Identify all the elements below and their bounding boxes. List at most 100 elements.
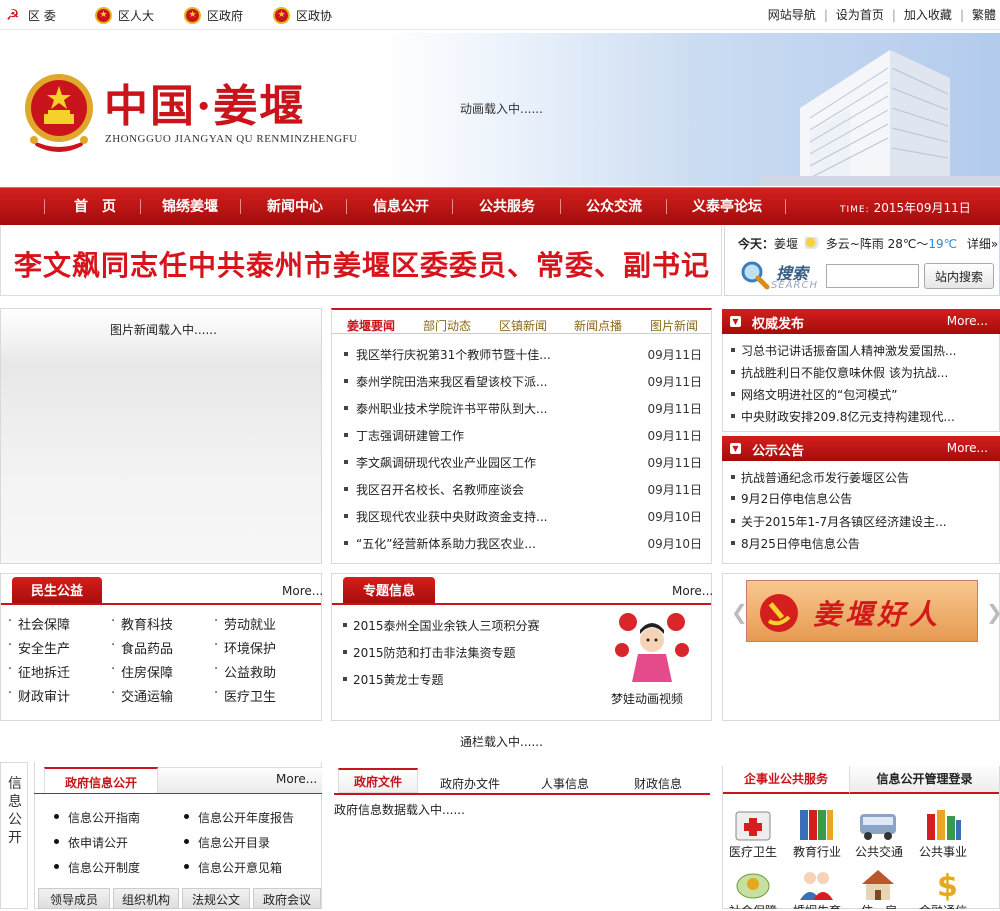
nav-home[interactable]: 首 页 <box>50 188 140 226</box>
nav-public-service[interactable]: 公共服务 <box>457 188 557 226</box>
livelihood-item[interactable]: 劳动就业 <box>214 614 276 633</box>
house-icon[interactable] <box>858 866 898 902</box>
list-item[interactable]: 习总书记讲话振奋国人精神激发爱国热... <box>730 342 956 359</box>
top-link-peoples-congress[interactable]: ★ 区人大 <box>95 5 154 25</box>
headline-link[interactable]: 李文飙同志任中共泰州市姜堰区委委员、常委、副书记 <box>14 244 710 284</box>
list-item[interactable]: 关于2015年1-7月各镇区经济建设主... <box>730 513 947 530</box>
info-item[interactable]: 信息公开制度 <box>52 859 140 876</box>
tab-organizations[interactable]: 组织机构 <box>113 888 179 909</box>
tab-department-news[interactable]: 部门动态 <box>423 317 471 334</box>
nav-jiangyan[interactable]: 锦绣姜堰 <box>145 188 235 226</box>
set-homepage-link[interactable]: 设为首页 <box>836 6 884 23</box>
top-link-cppcc[interactable]: ★ 区政协 <box>273 5 332 25</box>
service-label[interactable]: 社会保障 <box>726 902 780 909</box>
nav-news-center[interactable]: 新闻中心 <box>245 188 345 226</box>
tab-gov-documents[interactable]: 政府文件 <box>338 768 418 793</box>
medical-kit-icon[interactable] <box>733 806 773 842</box>
livelihood-item[interactable]: 住房保障 <box>111 662 173 681</box>
tab-public-services[interactable]: 企事业公共服务 <box>723 766 849 794</box>
topic-item[interactable]: 2015黄龙士专题 <box>342 671 444 688</box>
livelihood-item[interactable]: 教育科技 <box>111 614 173 633</box>
service-label[interactable]: 住 房 <box>852 902 906 909</box>
info-item[interactable]: 信息公开意见箱 <box>182 859 282 876</box>
site-search-button[interactable]: 站内搜索 <box>924 263 994 289</box>
news-title[interactable]: 丁志强调研建管工作 <box>342 427 464 444</box>
news-row[interactable]: “五化”经营新体系助力我区农业... 09月10日 <box>342 530 702 556</box>
list-item[interactable]: 中央财政安排209.8亿元支持构建现代... <box>730 408 955 425</box>
traditional-chinese-link[interactable]: 繁體 <box>972 6 996 23</box>
finance-icon[interactable]: $ <box>923 866 963 902</box>
info-item[interactable]: 信息公开目录 <box>182 834 270 851</box>
news-row[interactable]: 泰州学院田浩来我区看望该校下派... 09月11日 <box>342 368 702 394</box>
livelihood-item[interactable]: 食品药品 <box>111 638 173 657</box>
tab-jiangyan-news[interactable]: 姜堰要闻 <box>347 317 395 334</box>
livelihood-item[interactable]: 社会保障 <box>8 614 70 633</box>
info-item[interactable]: 依申请公开 <box>52 834 128 851</box>
news-title[interactable]: 我区现代农业获中央财政资金支持... <box>342 508 547 525</box>
news-row[interactable]: 我区举行庆祝第31个教师节暨十佳... 09月11日 <box>342 341 702 367</box>
nav-forum[interactable]: 义泰亭论坛 <box>670 188 784 226</box>
authority-more-link[interactable]: More... <box>947 314 988 328</box>
books-icon[interactable] <box>796 806 836 842</box>
news-row[interactable]: 泰州职业技术学院许书平带队到大... 09月11日 <box>342 395 702 421</box>
news-title[interactable]: 泰州学院田浩来我区看望该校下派... <box>342 373 547 390</box>
list-item[interactable]: 抗战普通纪念币发行姜堰区公告 <box>730 469 909 486</box>
tab-gov-meetings[interactable]: 政府会议 <box>253 888 321 909</box>
livelihood-item[interactable]: 公益救助 <box>214 662 276 681</box>
tab-leaders[interactable]: 领导成员 <box>38 888 110 909</box>
news-row[interactable]: 李文飙调研现代农业产业园区工作 09月11日 <box>342 449 702 475</box>
list-item[interactable]: 抗战胜利日不能仅意味休假 该为抗战... <box>730 364 948 381</box>
livelihood-item[interactable]: 交通运输 <box>111 686 173 705</box>
livelihood-item[interactable]: 征地拆迁 <box>8 662 70 681</box>
livelihood-item[interactable]: 医疗卫生 <box>214 686 276 705</box>
video-caption[interactable]: 梦娃动画视频 <box>611 690 683 707</box>
carousel-next-icon[interactable]: ❯ <box>986 600 1000 624</box>
livelihood-item[interactable]: 安全生产 <box>8 638 70 657</box>
mengwa-video-thumbnail[interactable] <box>614 610 690 684</box>
news-title[interactable]: 李文飙调研现代农业产业园区工作 <box>342 454 536 471</box>
tab-gov-info-disclosure[interactable]: 政府信息公开 <box>44 767 158 793</box>
news-title[interactable]: 我区召开名校长、名教师座谈会 <box>342 481 524 498</box>
tab-regulations[interactable]: 法规公文 <box>182 888 250 909</box>
weather-detail-link[interactable]: 详细» <box>967 237 998 251</box>
livelihood-item[interactable]: 环境保护 <box>214 638 276 657</box>
tab-finance-info[interactable]: 财政信息 <box>634 775 682 792</box>
topic-item[interactable]: 2015泰州全国业余铁人三项积分赛 <box>342 617 540 634</box>
livelihood-item[interactable]: 财政审计 <box>8 686 70 705</box>
top-link-government[interactable]: ★ 区政府 <box>184 5 243 25</box>
list-item[interactable]: 9月2日停电信息公告 <box>730 490 852 507</box>
service-label[interactable]: 教育行业 <box>790 843 844 860</box>
service-label[interactable]: 医疗卫生 <box>726 843 780 860</box>
service-label[interactable]: 婚姻生育 <box>790 902 844 909</box>
list-item[interactable]: 网络文明进社区的“包河模式” <box>730 386 897 403</box>
news-row[interactable]: 我区召开名校长、名教师座谈会 09月11日 <box>342 476 702 502</box>
bus-icon[interactable] <box>858 806 898 842</box>
nav-public-exchange[interactable]: 公众交流 <box>564 188 664 226</box>
list-item[interactable]: 8月25日停电信息公告 <box>730 535 860 552</box>
tab-office-documents[interactable]: 政府办文件 <box>440 775 500 792</box>
gov-info-more-link[interactable]: More... <box>276 772 317 786</box>
add-favorite-link[interactable]: 加入收藏 <box>904 6 952 23</box>
public-utility-icon[interactable] <box>923 806 963 842</box>
topic-item[interactable]: 2015防范和打击非法集资专题 <box>342 644 516 661</box>
topics-more-link[interactable]: More... <box>672 584 713 598</box>
service-label[interactable]: 公共事业 <box>916 843 970 860</box>
info-item[interactable]: 信息公开指南 <box>52 809 140 826</box>
tab-town-news[interactable]: 区镇新闻 <box>499 317 547 334</box>
tab-info-admin-login[interactable]: 信息公开管理登录 <box>849 766 999 794</box>
news-row[interactable]: 我区现代农业获中央财政资金支持... 09月10日 <box>342 503 702 529</box>
search-input[interactable] <box>826 264 919 288</box>
good-people-banner[interactable]: 姜堰好人 <box>746 580 978 642</box>
nav-info-disclosure[interactable]: 信息公开 <box>351 188 451 226</box>
top-link-district-committee[interactable]: ☭ 区 委 <box>6 5 56 25</box>
news-title[interactable]: “五化”经营新体系助力我区农业... <box>342 535 536 552</box>
livelihood-more-link[interactable]: More... <box>282 584 323 598</box>
couple-icon[interactable] <box>796 866 836 902</box>
service-label[interactable]: 金融通信 <box>916 902 970 909</box>
tab-photo-news[interactable]: 图片新闻 <box>650 317 698 334</box>
tab-news-on-demand[interactable]: 新闻点播 <box>574 317 622 334</box>
info-item[interactable]: 信息公开年度报告 <box>182 809 294 826</box>
site-map-link[interactable]: 网站导航 <box>768 6 816 23</box>
notice-more-link[interactable]: More... <box>947 441 988 455</box>
news-title[interactable]: 泰州职业技术学院许书平带队到大... <box>342 400 547 417</box>
